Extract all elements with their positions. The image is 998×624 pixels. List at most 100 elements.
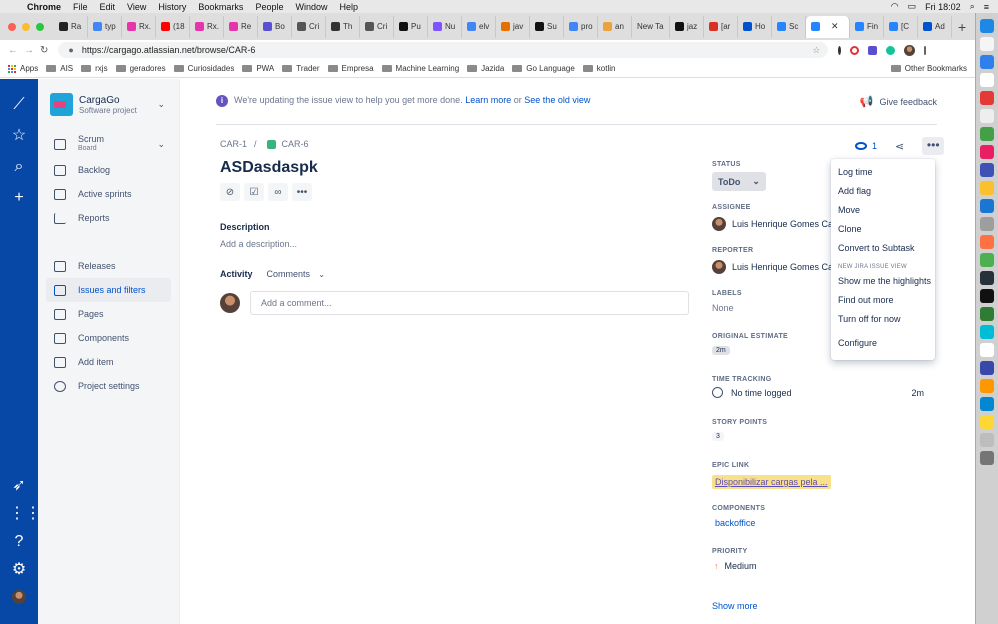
close-window-button[interactable] [8, 22, 16, 31]
bookmark-folder[interactable]: Machine Learning [381, 64, 459, 73]
back-icon[interactable]: ← [8, 45, 18, 56]
browser-tab[interactable]: Pu [394, 15, 428, 38]
app-switcher-icon[interactable]: ⋮⋮ [9, 506, 41, 526]
menu-view[interactable]: View [127, 2, 146, 12]
browser-tab[interactable]: Ad [918, 15, 952, 38]
dock-app-icon[interactable] [980, 361, 994, 375]
dock-app-icon[interactable] [980, 199, 994, 213]
more-actions-icon[interactable]: ••• [292, 183, 312, 201]
jira-logo-icon[interactable]: ⟋ [9, 97, 29, 117]
forward-icon[interactable]: → [24, 45, 34, 56]
minimize-window-button[interactable] [22, 22, 30, 31]
sidebar-item-backlog[interactable]: Backlog [46, 158, 171, 182]
browser-tab[interactable]: [ar [704, 15, 738, 38]
description-field[interactable]: Add a description... [220, 239, 297, 249]
dock-app-icon[interactable] [980, 433, 994, 447]
profile-avatar[interactable] [9, 590, 29, 610]
menu-help[interactable]: Help [339, 2, 358, 12]
sidebar-item-project-settings[interactable]: Project settings [46, 374, 171, 398]
issue-title[interactable]: ASDasdaspk [220, 159, 318, 177]
chevron-down-icon[interactable]: ⌄ [157, 139, 165, 150]
zoom-window-button[interactable] [36, 22, 44, 31]
parent-issue-link[interactable]: CAR-1 [220, 139, 247, 149]
menu-bookmarks[interactable]: Bookmarks [198, 2, 243, 12]
more-menu-button[interactable]: ••• [922, 137, 945, 155]
extension-icon[interactable] [838, 45, 842, 55]
bookmark-folder[interactable]: Jazida [467, 64, 504, 73]
browser-tab[interactable]: jaz [670, 15, 704, 38]
browser-tab[interactable]: Sc [772, 15, 806, 38]
share-icon[interactable]: ⋖ [895, 140, 904, 153]
browser-tab[interactable]: Bo [258, 15, 292, 38]
dock-app-icon[interactable] [980, 235, 994, 249]
dock-app-icon[interactable] [980, 163, 994, 177]
profile-avatar[interactable] [904, 44, 916, 56]
bookmark-folder[interactable]: rxjs [81, 64, 108, 73]
activity-filter-dropdown[interactable]: Comments [267, 269, 325, 279]
bookmark-folder[interactable]: Go Language [512, 64, 575, 73]
search-icon[interactable]: ⌕ [9, 159, 29, 179]
menu-item-add-flag[interactable]: Add flag [831, 182, 935, 201]
browser-tab[interactable]: Ho [738, 15, 772, 38]
sidebar-item-active-sprints[interactable]: Active sprints [46, 182, 171, 206]
browser-tab-active[interactable]: ✕ [806, 15, 850, 38]
project-header[interactable]: CargaGo Software project ⌄ [50, 93, 179, 116]
dock-app-icon[interactable] [980, 397, 994, 411]
dock-app-icon[interactable] [980, 217, 994, 231]
menu-item-find-out-more[interactable]: Find out more [831, 291, 935, 310]
extension-icon[interactable] [886, 45, 896, 55]
menu-item-log-time[interactable]: Log time [831, 163, 935, 182]
status-dropdown[interactable]: ToDo [712, 172, 766, 191]
assignee-value[interactable]: Luis Henrique Gomes Car [712, 217, 836, 231]
bookmark-folder[interactable]: PWA [242, 64, 274, 73]
dock-app-icon[interactable] [980, 73, 994, 87]
bookmark-folder[interactable]: Empresa [327, 64, 374, 73]
other-bookmarks[interactable]: Other Bookmarks [890, 64, 967, 73]
url-text[interactable]: https://cargago.atlassian.net/browse/CAR… [82, 45, 256, 55]
sidebar-item-issues[interactable]: Issues and filters [46, 278, 171, 302]
browser-tab[interactable]: jav [496, 15, 530, 38]
reporter-value[interactable]: Luis Henrique Gomes Car [712, 260, 836, 274]
issue-key-link[interactable]: CAR-6 [282, 139, 309, 149]
create-icon[interactable]: + [9, 190, 29, 210]
clock[interactable]: Fri 18:02 [925, 2, 961, 12]
menu-item-show-highlights[interactable]: Show me the highlights [831, 272, 935, 291]
dock-app-icon[interactable] [980, 379, 994, 393]
browser-tab[interactable]: Rx. [122, 15, 156, 38]
labels-value[interactable]: None [712, 303, 742, 313]
story-points-value[interactable]: 3 [712, 432, 724, 441]
give-feedback-button[interactable]: 📢 Give feedback [860, 95, 937, 108]
dock-app-icon[interactable] [980, 145, 994, 159]
battery-icon[interactable]: ▭ [908, 1, 917, 12]
browser-tab[interactable]: typ [88, 15, 122, 38]
show-more-link[interactable]: Show more [712, 601, 758, 611]
close-tab-icon[interactable]: ✕ [831, 21, 839, 32]
learn-more-link[interactable]: Learn more [465, 95, 511, 105]
sidebar-item-components[interactable]: Components [46, 326, 171, 350]
browser-tab[interactable]: Cri [360, 15, 394, 38]
menu-file[interactable]: File [73, 2, 88, 12]
menu-item-configure[interactable]: Configure [831, 334, 935, 353]
priority-value[interactable]: ↑ Medium [712, 561, 757, 571]
link-issue-icon[interactable]: ∞ [268, 183, 288, 201]
sidebar-item-add-item[interactable]: Add item [46, 350, 171, 374]
browser-tab[interactable]: Cri [292, 15, 326, 38]
browser-tab[interactable]: New Ta [632, 15, 670, 38]
bookmark-star-icon[interactable]: ☆ [812, 45, 820, 56]
browser-tab[interactable]: Rx. [190, 15, 224, 38]
watch-button[interactable]: 1 [855, 141, 877, 151]
starred-icon[interactable]: ☆ [9, 128, 29, 148]
menu-edit[interactable]: Edit [100, 2, 116, 12]
menu-item-convert-subtask[interactable]: Convert to Subtask [831, 239, 935, 258]
reload-icon[interactable]: ↻ [40, 45, 48, 56]
dock-app-icon[interactable] [980, 37, 994, 51]
bookmark-folder[interactable]: Curiosidades [173, 64, 234, 73]
bookmark-apps[interactable]: Apps [8, 64, 38, 73]
dock-app-icon[interactable] [980, 343, 994, 357]
browser-tab[interactable]: Nu [428, 15, 462, 38]
dock-app-icon[interactable] [980, 127, 994, 141]
bookmark-folder[interactable]: geradores [115, 64, 166, 73]
sidebar-item-pages[interactable]: Pages [46, 302, 171, 326]
menu-history[interactable]: History [158, 2, 186, 12]
dock-app-icon[interactable] [980, 271, 994, 285]
